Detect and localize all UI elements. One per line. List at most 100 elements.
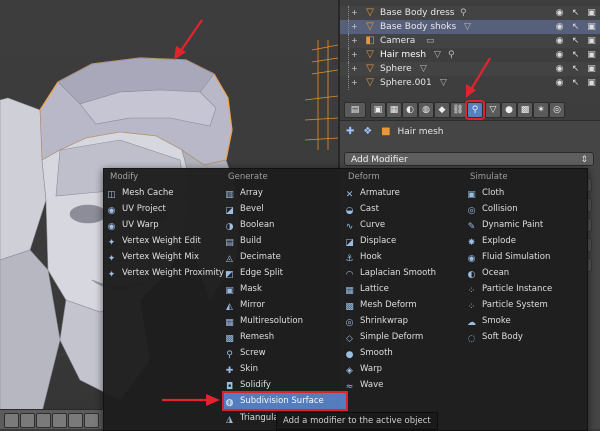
outliner-row[interactable]: + ▽ Base Body shoks ▽ ◉ ↖ ▣: [340, 20, 600, 34]
active-object-name: Hair mesh: [397, 127, 444, 137]
menu-item-smoke[interactable]: ☁ Smoke: [466, 313, 511, 329]
menu-item-skin[interactable]: ✚ Skin: [224, 361, 258, 377]
menu-item-soft-body[interactable]: ◌ Soft Body: [466, 329, 523, 345]
object-tab-icon[interactable]: ◆: [434, 102, 450, 118]
menu-item-mesh-deform[interactable]: ▩ Mesh Deform: [344, 297, 416, 313]
expand-icon[interactable]: +: [351, 23, 358, 31]
menu-item-build[interactable]: ▤ Build: [224, 233, 261, 249]
menu-item-boolean[interactable]: ◑ Boolean: [224, 217, 275, 233]
physics-tab-icon[interactable]: ◎: [549, 102, 565, 118]
render-camera-icon[interactable]: ▣: [586, 63, 597, 75]
menu-item-mirror[interactable]: ◭ Mirror: [224, 297, 265, 313]
menu-item-vertex-weight-mix[interactable]: ✦ Vertex Weight Mix: [106, 249, 199, 265]
menu-item-ocean[interactable]: ◐ Ocean: [466, 265, 510, 281]
constraints-tab-icon[interactable]: ⛓: [450, 102, 466, 118]
menu-item-bevel[interactable]: ◪ Bevel: [224, 201, 263, 217]
menu-item-vertex-weight-edit[interactable]: ✦ Vertex Weight Edit: [106, 233, 201, 249]
menu-item-curve[interactable]: ∿ Curve: [344, 217, 385, 233]
render-camera-icon[interactable]: ▣: [586, 49, 597, 61]
outliner-row[interactable]: + ▽ Base Body dress ⚲ ◉ ↖ ▣: [340, 6, 600, 20]
render-tab-icon[interactable]: ▣: [370, 102, 386, 118]
smoke-icon: ☁: [467, 318, 476, 328]
menu-item-subdivision-surface[interactable]: ◍ Subdivision Surface: [222, 391, 348, 411]
menu-item-warp[interactable]: ◈ Warp: [344, 361, 382, 377]
menu-item-mask[interactable]: ▣ Mask: [224, 281, 262, 297]
menu-item-fluid-simulation[interactable]: ◉ Fluid Simulation: [466, 249, 551, 265]
menu-item-displace[interactable]: ◪ Displace: [344, 233, 396, 249]
annotation-arrow-hair: [174, 19, 203, 60]
pivot-button[interactable]: [84, 413, 99, 428]
menu-item-cast[interactable]: ◒ Cast: [344, 201, 379, 217]
object-button[interactable]: [36, 413, 51, 428]
menu-item-hook[interactable]: ⚓ Hook: [344, 249, 381, 265]
menu-item-particle-instance[interactable]: ⁘ Particle Instance: [466, 281, 553, 297]
data-tab-icon[interactable]: ▽: [485, 102, 501, 118]
texture-tab-icon[interactable]: ▩: [517, 102, 533, 118]
select-cursor-icon[interactable]: ↖: [570, 35, 581, 47]
expand-icon[interactable]: +: [351, 65, 358, 73]
menu-item-solidify[interactable]: ◘ Solidify: [224, 377, 271, 393]
expand-icon[interactable]: +: [351, 79, 358, 87]
menu-item-smooth[interactable]: ● Smooth: [344, 345, 393, 361]
menu-item-array[interactable]: ▥ Array: [224, 185, 263, 201]
add-modifier-dropdown[interactable]: Add Modifier ⇕: [344, 152, 594, 166]
render-camera-icon[interactable]: ▣: [586, 77, 597, 89]
outliner-row[interactable]: + ◧ Camera ▭ ◉ ↖ ▣: [340, 34, 600, 48]
menu-item-mesh-cache[interactable]: ◫ Mesh Cache: [106, 185, 173, 201]
menu-item-armature[interactable]: ✕ Armature: [344, 185, 400, 201]
menu-item-remesh[interactable]: ▩ Remesh: [224, 329, 274, 345]
expand-icon[interactable]: +: [351, 51, 358, 59]
world-tab-icon[interactable]: ◍: [418, 102, 434, 118]
chevron-down-icon: ⇕: [580, 155, 588, 165]
modifier-wrench-icon: ⚲: [460, 8, 467, 18]
visibility-eye-icon[interactable]: ◉: [554, 21, 565, 33]
visibility-eye-icon[interactable]: ◉: [554, 77, 565, 89]
mesh-cache-icon: ◫: [107, 190, 116, 200]
select-cursor-icon[interactable]: ↖: [570, 63, 581, 75]
menu-item-dynamic-paint[interactable]: ✎ Dynamic Paint: [466, 217, 544, 233]
menu-item-simple-deform[interactable]: ◇ Simple Deform: [344, 329, 423, 345]
menu-item-cloth[interactable]: ▣ Cloth: [466, 185, 504, 201]
render-camera-icon[interactable]: ▣: [586, 21, 597, 33]
menu-item-edge-split[interactable]: ◩ Edge Split: [224, 265, 283, 281]
select-cursor-icon[interactable]: ↖: [570, 77, 581, 89]
visibility-eye-icon[interactable]: ◉: [554, 49, 565, 61]
render-camera-icon[interactable]: ▣: [586, 35, 597, 47]
mode-button[interactable]: [52, 413, 67, 428]
warp-icon: ◈: [346, 366, 353, 376]
menu-item-uv-project[interactable]: ◉ UV Project: [106, 201, 166, 217]
material-tab-icon[interactable]: ●: [501, 102, 517, 118]
modifiers-tab-wrench-icon[interactable]: ⚲: [465, 100, 485, 120]
view-button[interactable]: [4, 413, 19, 428]
shading-button[interactable]: [68, 413, 83, 428]
menu-item-wave[interactable]: ≈ Wave: [344, 377, 384, 393]
menu-item-laplacian-smooth[interactable]: ◠ Laplacian Smooth: [344, 265, 436, 281]
expand-icon[interactable]: +: [351, 37, 358, 45]
pin-icon[interactable]: ✚: [346, 126, 354, 137]
particles-tab-icon[interactable]: ✶: [533, 102, 549, 118]
menu-item-decimate[interactable]: ◬ Decimate: [224, 249, 281, 265]
expand-icon[interactable]: +: [351, 9, 358, 17]
menu-item-particle-system[interactable]: ⁘ Particle System: [466, 297, 548, 313]
editor-type-icon[interactable]: ▤: [344, 102, 366, 118]
visibility-eye-icon[interactable]: ◉: [554, 7, 565, 19]
scene-tab-icon[interactable]: ◐: [402, 102, 418, 118]
menu-item-collision[interactable]: ◎ Collision: [466, 201, 518, 217]
menu-item-screw[interactable]: ⚲ Screw: [224, 345, 265, 361]
render-camera-icon[interactable]: ▣: [586, 7, 597, 19]
visibility-eye-icon[interactable]: ◉: [554, 63, 565, 75]
menu-item-multiresolution[interactable]: ▦ Multiresolution: [224, 313, 303, 329]
render-layers-tab-icon[interactable]: ▦: [386, 102, 402, 118]
menu-item-shrinkwrap[interactable]: ◎ Shrinkwrap: [344, 313, 408, 329]
visibility-eye-icon[interactable]: ◉: [554, 35, 565, 47]
select-cursor-icon[interactable]: ↖: [570, 49, 581, 61]
select-cursor-icon[interactable]: ↖: [570, 21, 581, 33]
menu-item-vertex-weight-proximity[interactable]: ✦ Vertex Weight Proximity: [106, 265, 224, 281]
menu-item-uv-warp[interactable]: ◉ UV Warp: [106, 217, 159, 233]
menu-item-explode[interactable]: ✸ Explode: [466, 233, 516, 249]
column-header: Modify: [110, 172, 139, 182]
select-cursor-icon[interactable]: ↖: [570, 7, 581, 19]
menu-item-triangulate[interactable]: ◮ Triangula: [224, 410, 279, 426]
select-button[interactable]: [20, 413, 35, 428]
menu-item-lattice[interactable]: ▦ Lattice: [344, 281, 389, 297]
